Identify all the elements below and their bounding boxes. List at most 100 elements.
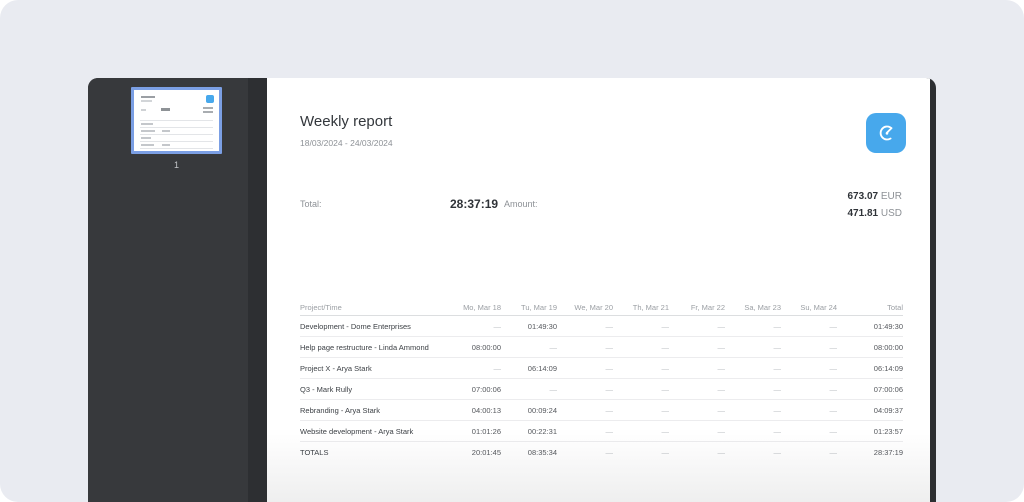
project-cell: Rebranding - Arya Stark xyxy=(300,406,445,415)
thumbnail-table-line xyxy=(140,120,213,121)
time-cell: 08:35:34 xyxy=(501,448,557,457)
table-row: Rebranding - Arya Stark04:00:1300:09:24—… xyxy=(300,400,903,421)
time-cell: — xyxy=(781,322,837,331)
time-cell: 08:00:00 xyxy=(837,343,903,352)
project-cell: Q3 - Mark Rully xyxy=(300,385,445,394)
thumbnail-table-line xyxy=(140,141,213,142)
table-row: Website development - Arya Stark01:01:26… xyxy=(300,421,903,442)
time-cell: — xyxy=(781,406,837,415)
column-header: Total xyxy=(837,303,903,312)
time-cell: 01:49:30 xyxy=(837,322,903,331)
time-cell: — xyxy=(557,448,613,457)
time-cell: — xyxy=(557,322,613,331)
project-cell: TOTALS xyxy=(300,448,445,457)
time-cell: — xyxy=(445,322,501,331)
time-cell: — xyxy=(557,406,613,415)
thumbnail-summary-line xyxy=(161,108,170,111)
table-body: Development - Dome Enterprises—01:49:30—… xyxy=(300,316,903,463)
time-cell: 04:00:13 xyxy=(445,406,501,415)
time-cell: — xyxy=(613,322,669,331)
time-cell: 01:01:26 xyxy=(445,427,501,436)
time-cell: — xyxy=(781,448,837,457)
time-cell: — xyxy=(613,448,669,457)
project-cell: Development - Dome Enterprises xyxy=(300,322,445,331)
time-cell: — xyxy=(725,448,781,457)
time-cell: 01:23:57 xyxy=(837,427,903,436)
column-header: Mo, Mar 18 xyxy=(445,303,501,312)
screenshot-card: 1 Weekly report 18/03/2024 - 24/03/2024 … xyxy=(0,0,1024,502)
time-cell: — xyxy=(725,385,781,394)
thumbnail-summary-line xyxy=(203,111,213,113)
project-cell: Project X - Arya Stark xyxy=(300,364,445,373)
total-label: Total: xyxy=(300,199,322,209)
amount-currency: USD xyxy=(878,208,902,219)
time-cell: 06:14:09 xyxy=(501,364,557,373)
page-thumbnail[interactable] xyxy=(131,87,222,154)
thumbnail-summary-line xyxy=(203,107,213,109)
time-cell: — xyxy=(557,385,613,394)
time-cell: — xyxy=(781,427,837,436)
time-cell: 08:00:00 xyxy=(445,343,501,352)
time-cell: 06:14:09 xyxy=(837,364,903,373)
time-cell: 07:00:06 xyxy=(837,385,903,394)
column-header: We, Mar 20 xyxy=(557,303,613,312)
time-cell: — xyxy=(781,364,837,373)
clock-glyph xyxy=(873,120,899,146)
thumbnail-table-line xyxy=(140,127,213,128)
time-cell: — xyxy=(669,406,725,415)
totals-row: TOTALS20:01:4508:35:34—————28:37:19 xyxy=(300,442,903,463)
amount-currency: EUR xyxy=(878,191,902,202)
document-page: Weekly report 18/03/2024 - 24/03/2024 To… xyxy=(267,78,930,502)
time-cell: — xyxy=(669,322,725,331)
amount-label: Amount: xyxy=(504,199,538,209)
thumbnail-title-line xyxy=(141,96,155,98)
amount-value: 471.81 xyxy=(848,208,879,219)
amount-line: 471.81 USD xyxy=(848,205,903,222)
page-number-label: 1 xyxy=(131,160,222,170)
thumbnail-table-line xyxy=(141,130,155,132)
amount-line: 673.07 EUR xyxy=(848,188,903,205)
thumbnail-table-line xyxy=(162,144,170,146)
time-cell: — xyxy=(613,427,669,436)
amounts-block: 673.07 EUR471.81 USD xyxy=(848,188,903,222)
thumbnail-table-line xyxy=(162,130,170,132)
thumbnail-table-line xyxy=(141,123,153,125)
column-header: Th, Mar 21 xyxy=(613,303,669,312)
total-value: 28:37:19 xyxy=(450,197,498,211)
table-row: Project X - Arya Stark—06:14:09—————06:1… xyxy=(300,358,903,379)
time-cell: 04:09:37 xyxy=(837,406,903,415)
time-cell: — xyxy=(669,385,725,394)
time-cell: 01:49:30 xyxy=(501,322,557,331)
thumbnail-summary-line xyxy=(141,109,146,111)
time-cell: — xyxy=(669,427,725,436)
time-cell: — xyxy=(613,406,669,415)
time-cell: 28:37:19 xyxy=(837,448,903,457)
time-cell: — xyxy=(725,406,781,415)
project-cell: Help page restructure - Linda Ammond xyxy=(300,343,445,352)
time-cell: — xyxy=(613,343,669,352)
table-header-row: Project/TimeMo, Mar 18Tu, Mar 19We, Mar … xyxy=(300,300,903,316)
table-row: Q3 - Mark Rully07:00:06——————07:00:06 xyxy=(300,379,903,400)
time-cell: — xyxy=(669,343,725,352)
column-header: Project/Time xyxy=(300,303,445,312)
thumbnail-table-line xyxy=(141,144,154,146)
time-cell: — xyxy=(557,343,613,352)
thumbnail-table-line xyxy=(140,148,213,149)
time-cell: — xyxy=(613,364,669,373)
time-cell: 00:22:31 xyxy=(501,427,557,436)
amount-value: 673.07 xyxy=(848,191,879,202)
table-row: Development - Dome Enterprises—01:49:30—… xyxy=(300,316,903,337)
time-cell: — xyxy=(781,385,837,394)
time-cell: — xyxy=(725,364,781,373)
clockify-logo-icon xyxy=(866,113,906,153)
time-cell: — xyxy=(557,364,613,373)
thumbnail-table-line xyxy=(141,137,151,139)
time-cell: — xyxy=(725,322,781,331)
time-cell: — xyxy=(725,343,781,352)
weekly-report-table: Project/TimeMo, Mar 18Tu, Mar 19We, Mar … xyxy=(300,300,903,463)
time-cell: — xyxy=(613,385,669,394)
column-header: Fr, Mar 22 xyxy=(669,303,725,312)
time-cell: — xyxy=(669,364,725,373)
time-cell: — xyxy=(445,364,501,373)
time-cell: — xyxy=(669,448,725,457)
